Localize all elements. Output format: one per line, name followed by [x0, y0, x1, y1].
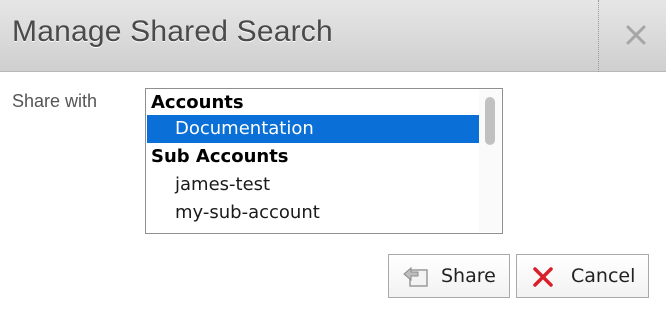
cancel-button-label: Cancel [571, 265, 636, 287]
share-with-listbox[interactable]: Accounts Documentation Sub Accounts jame… [145, 88, 503, 234]
optgroup-sub-accounts: Sub Accounts [151, 146, 289, 167]
share-button[interactable]: Share [388, 254, 510, 298]
close-button[interactable] [600, 0, 666, 72]
option-documentation[interactable]: Documentation [147, 115, 480, 143]
dialog-title: Manage Shared Search [12, 15, 333, 48]
scrollbar-thumb[interactable] [485, 97, 495, 145]
optgroup-accounts: Accounts [151, 92, 244, 113]
option-james-test[interactable]: james-test [147, 171, 480, 199]
option-my-sub-account[interactable]: my-sub-account [147, 199, 480, 227]
cancel-button[interactable]: Cancel [516, 254, 649, 298]
titlebar-divider [598, 0, 599, 72]
close-icon [626, 25, 646, 45]
share-with-label: Share with [12, 91, 98, 111]
share-arrow-icon [403, 266, 428, 287]
share-button-label: Share [441, 265, 496, 287]
listbox-scrollbar[interactable] [479, 90, 501, 232]
dialog-titlebar: Manage Shared Search [0, 0, 666, 72]
x-icon [533, 267, 553, 287]
